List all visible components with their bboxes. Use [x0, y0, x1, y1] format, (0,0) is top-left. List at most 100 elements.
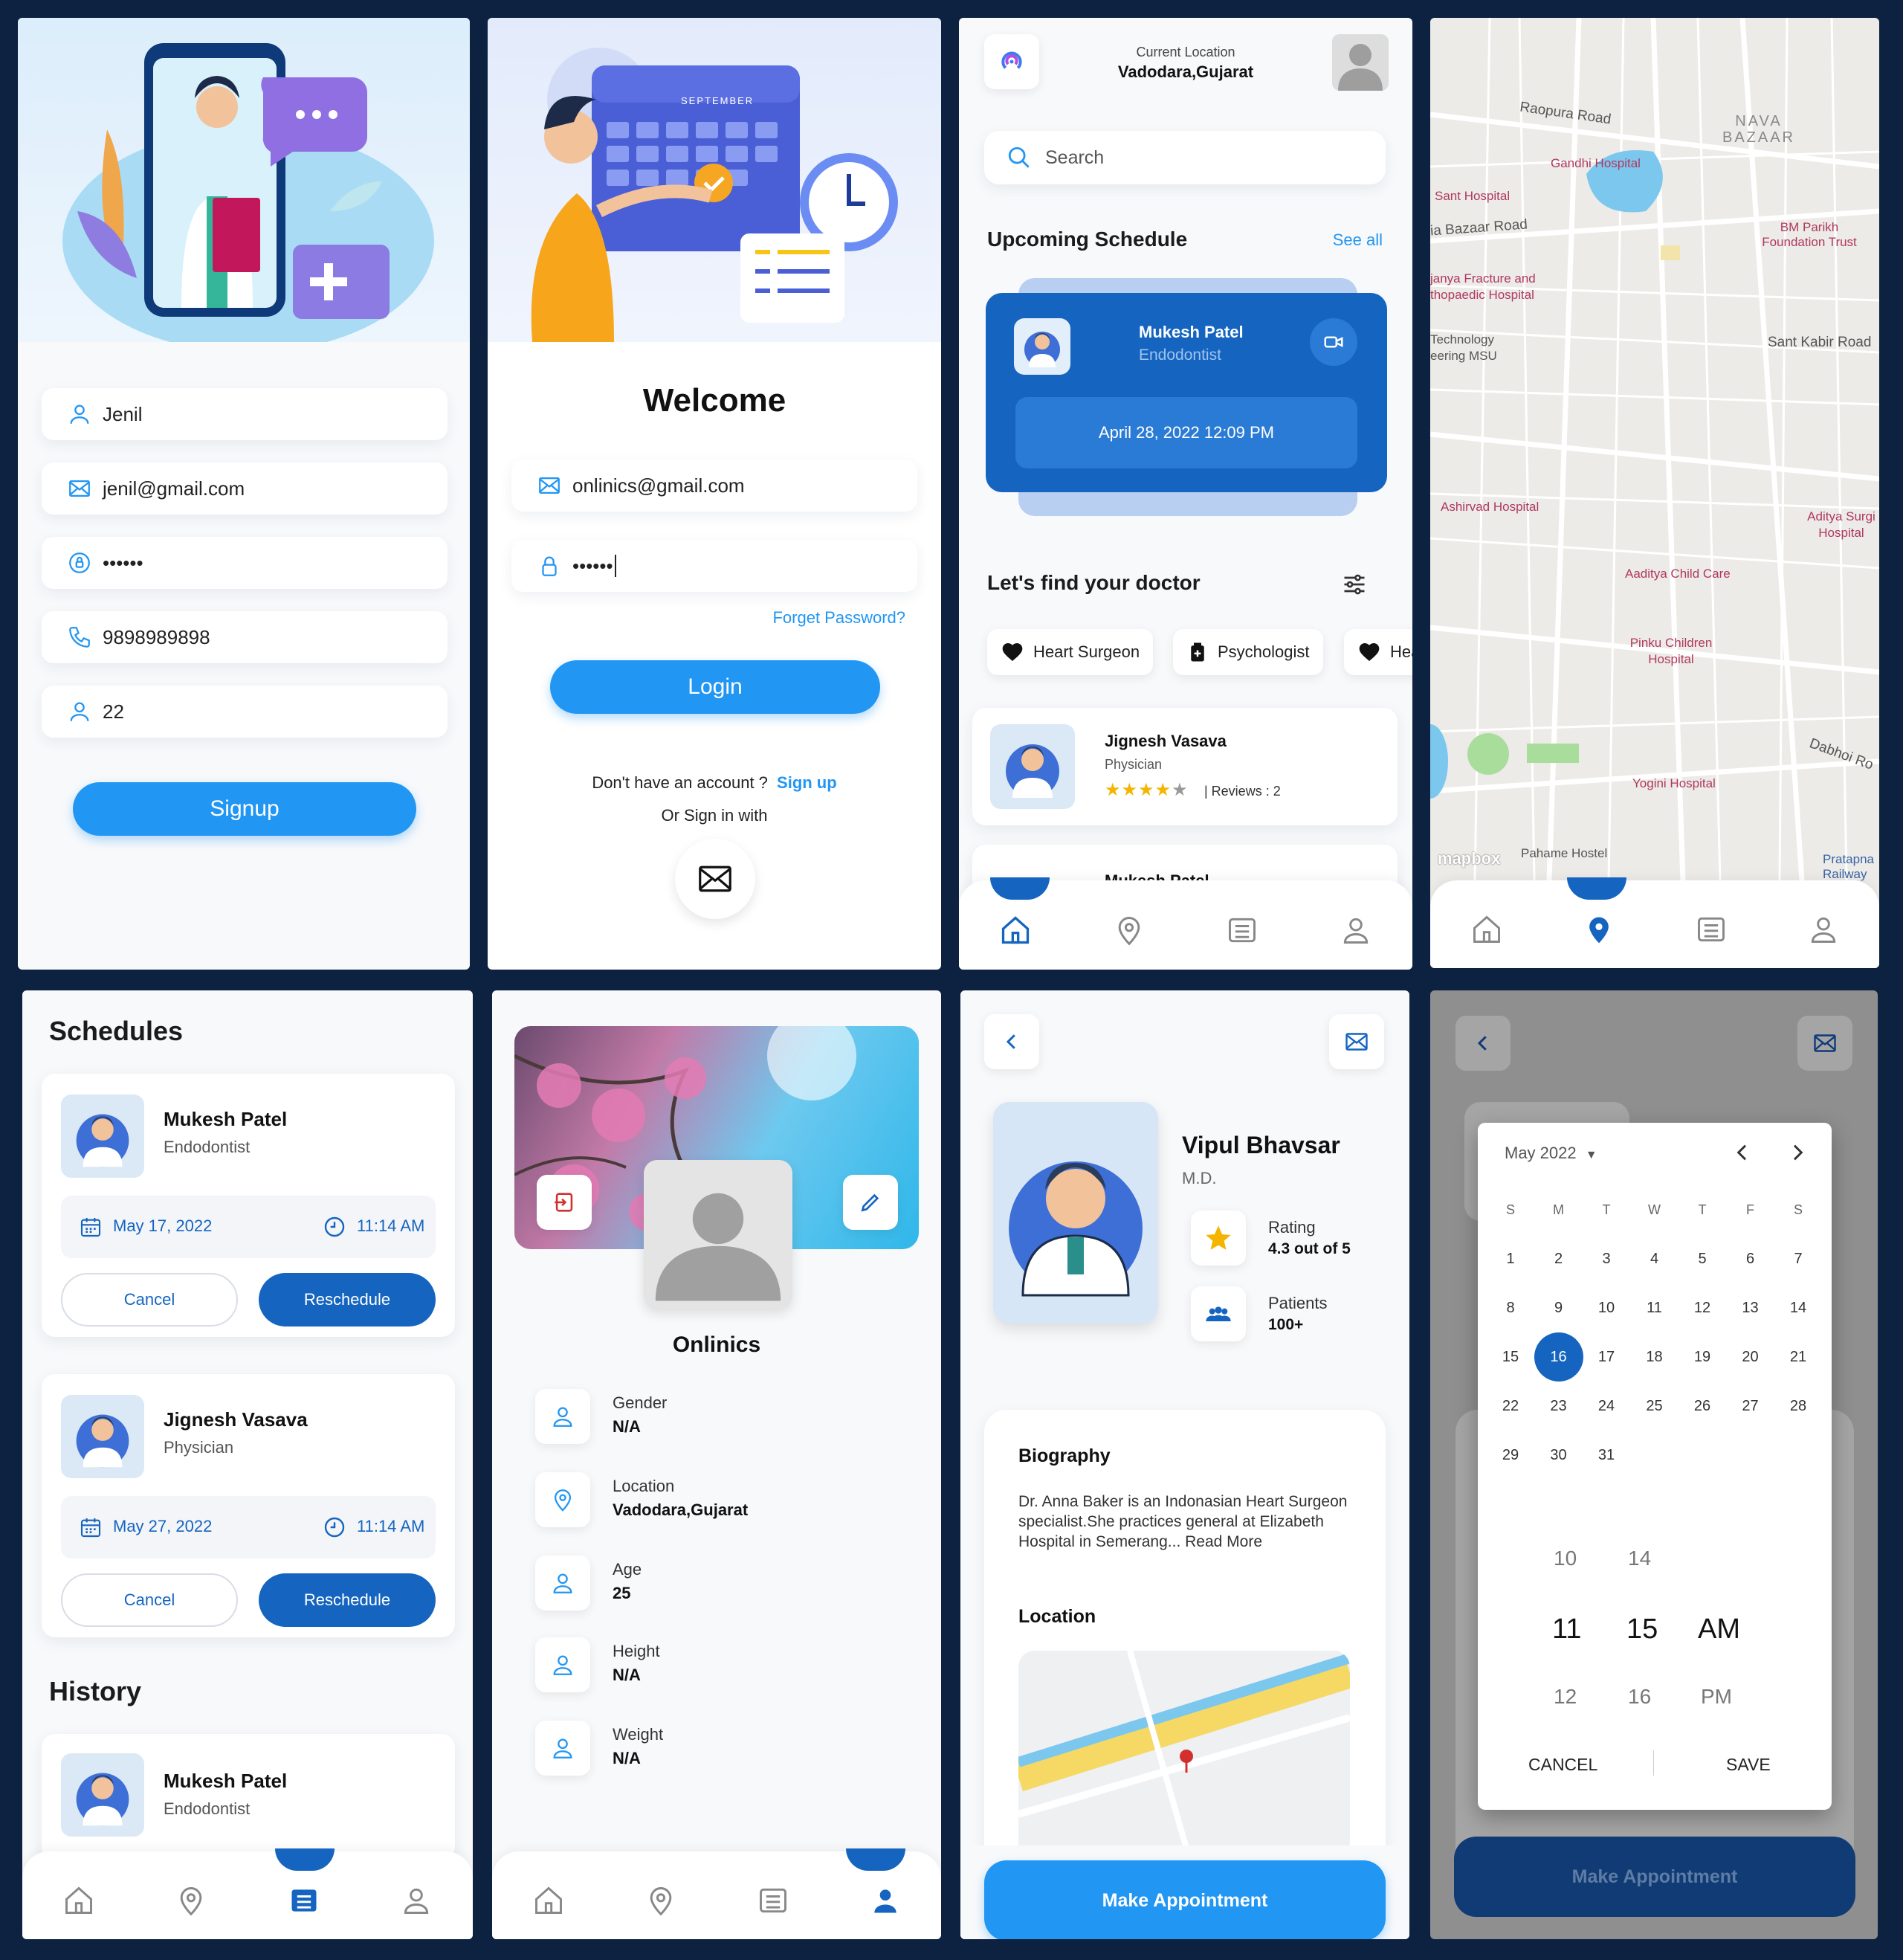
history-card[interactable]: Mukesh Patel Endodontist: [42, 1734, 455, 1860]
make-appointment-button[interactable]: Make Appointment: [984, 1860, 1386, 1939]
edit-button[interactable]: [843, 1175, 898, 1230]
login-button[interactable]: Login: [550, 660, 880, 714]
email-field[interactable]: jenil@gmail.com: [42, 462, 448, 515]
phone-field[interactable]: 9898989898: [42, 611, 448, 663]
home-icon[interactable]: [999, 914, 1032, 947]
hour-option[interactable]: 10: [1554, 1547, 1577, 1570]
profile-icon[interactable]: [1340, 914, 1372, 947]
calendar-month: SEPTEMBER: [681, 95, 755, 106]
chevron-left-icon[interactable]: [1731, 1141, 1754, 1164]
chip-psychologist[interactable]: Psychologist: [1173, 629, 1323, 675]
chip-heart-surgeon[interactable]: Heart Surgeon: [987, 629, 1154, 675]
calendar-day[interactable]: 29: [1486, 1431, 1535, 1480]
reschedule-button[interactable]: Reschedule: [259, 1573, 436, 1627]
calendar-day[interactable]: 23: [1534, 1382, 1583, 1431]
appointment-time: 11:14 AM: [357, 1216, 425, 1235]
minute-option[interactable]: 14: [1628, 1547, 1651, 1570]
calendar-day-selected[interactable]: 16: [1534, 1332, 1583, 1382]
hour-selected[interactable]: 11: [1552, 1614, 1581, 1645]
location-icon[interactable]: [1583, 913, 1615, 946]
calendar-day[interactable]: 21: [1774, 1332, 1823, 1382]
name-field[interactable]: Jenil: [42, 388, 448, 440]
hour-option[interactable]: 12: [1554, 1685, 1577, 1709]
doctor-role: Endodontist: [164, 1138, 251, 1156]
calendar-day[interactable]: 22: [1486, 1382, 1535, 1431]
profile-icon[interactable]: [869, 1884, 902, 1917]
location-icon[interactable]: [1113, 914, 1146, 947]
signup-link[interactable]: Sign up: [777, 773, 837, 792]
password-field[interactable]: ••••••: [42, 537, 448, 589]
upcoming-schedule-card[interactable]: Mukesh Patel Endodontist April 28, 2022 …: [986, 293, 1387, 492]
calendar-day[interactable]: 15: [1486, 1332, 1535, 1382]
minute-option[interactable]: 16: [1628, 1685, 1651, 1709]
calendar-day[interactable]: 12: [1678, 1283, 1727, 1332]
calendar-day[interactable]: 28: [1774, 1382, 1823, 1431]
logout-button[interactable]: [537, 1175, 592, 1230]
location-map[interactable]: [1018, 1651, 1350, 1859]
calendar-day[interactable]: 30: [1534, 1431, 1583, 1480]
list-icon[interactable]: [757, 1884, 789, 1917]
calendar-day[interactable]: 27: [1726, 1382, 1775, 1431]
calendar-day[interactable]: 26: [1678, 1382, 1727, 1431]
list-icon[interactable]: [1226, 914, 1259, 947]
reschedule-button[interactable]: Reschedule: [259, 1273, 436, 1326]
profile-avatar[interactable]: [644, 1160, 792, 1309]
calendar-day[interactable]: 5: [1678, 1234, 1727, 1283]
list-icon[interactable]: [1695, 913, 1728, 946]
chip-heart-surgeon-2[interactable]: Heart Surgeon: [1344, 629, 1412, 675]
calendar-day[interactable]: 6: [1726, 1234, 1775, 1283]
location-icon[interactable]: [175, 1884, 207, 1917]
calendar-day[interactable]: 9: [1534, 1283, 1583, 1332]
calendar-day[interactable]: 13: [1726, 1283, 1775, 1332]
calendar-day[interactable]: 1: [1486, 1234, 1535, 1283]
minute-selected[interactable]: 15: [1626, 1614, 1658, 1645]
search-input[interactable]: Search: [984, 131, 1386, 184]
calendar-day[interactable]: 3: [1582, 1234, 1631, 1283]
cancel-button[interactable]: Cancel: [61, 1273, 238, 1326]
calendar-day[interactable]: 19: [1678, 1332, 1727, 1382]
user-icon: [553, 1573, 572, 1593]
calendar-day[interactable]: 14: [1774, 1283, 1823, 1332]
chevron-right-icon[interactable]: [1786, 1141, 1809, 1164]
email-signin-button[interactable]: [675, 839, 755, 919]
profile-icon[interactable]: [400, 1884, 433, 1917]
weight-icon-box: [535, 1721, 590, 1776]
home-icon[interactable]: [1470, 913, 1503, 946]
calendar-day[interactable]: 17: [1582, 1332, 1631, 1382]
message-button[interactable]: [1329, 1014, 1384, 1069]
home-icon[interactable]: [62, 1884, 95, 1917]
home-icon[interactable]: [532, 1884, 565, 1917]
see-all-link[interactable]: See all: [1333, 231, 1383, 250]
calendar-day[interactable]: 8: [1486, 1283, 1535, 1332]
calendar-day[interactable]: 20: [1726, 1332, 1775, 1382]
location-icon[interactable]: [644, 1884, 677, 1917]
back-button[interactable]: [984, 1014, 1039, 1069]
avatar[interactable]: [1332, 34, 1389, 91]
video-call-button[interactable]: [1310, 318, 1357, 366]
calendar-day[interactable]: 24: [1582, 1382, 1631, 1431]
login-password-field[interactable]: ••••••: [511, 540, 917, 592]
doctor-card[interactable]: Jignesh Vasava Physician ★★★★★ | Reviews…: [972, 708, 1398, 825]
save-button[interactable]: SAVE: [1726, 1755, 1771, 1775]
forgot-password-link[interactable]: Forget Password?: [772, 608, 905, 628]
filter-icon[interactable]: [1341, 571, 1368, 598]
signup-button[interactable]: Signup: [73, 782, 416, 836]
calendar-day[interactable]: 11: [1630, 1283, 1679, 1332]
calendar-day[interactable]: 25: [1630, 1382, 1679, 1431]
calendar-day[interactable]: 10: [1582, 1283, 1631, 1332]
profile-icon[interactable]: [1807, 913, 1840, 946]
calendar-day[interactable]: 2: [1534, 1234, 1583, 1283]
cancel-button[interactable]: Cancel: [61, 1573, 238, 1627]
cancel-button[interactable]: CANCEL: [1528, 1755, 1597, 1775]
ampm-option[interactable]: PM: [1701, 1685, 1732, 1709]
month-selector[interactable]: May 2022 ▼: [1505, 1144, 1597, 1163]
login-email-field[interactable]: onlinics@gmail.com: [511, 460, 917, 512]
age-field[interactable]: 22: [42, 686, 448, 738]
phone-icon: [69, 627, 90, 648]
ampm-selected[interactable]: AM: [1698, 1614, 1740, 1645]
calendar-day[interactable]: 7: [1774, 1234, 1823, 1283]
calendar-day[interactable]: 31: [1582, 1431, 1631, 1480]
calendar-day[interactable]: 4: [1630, 1234, 1679, 1283]
list-icon[interactable]: [288, 1884, 320, 1917]
calendar-day[interactable]: 18: [1630, 1332, 1679, 1382]
